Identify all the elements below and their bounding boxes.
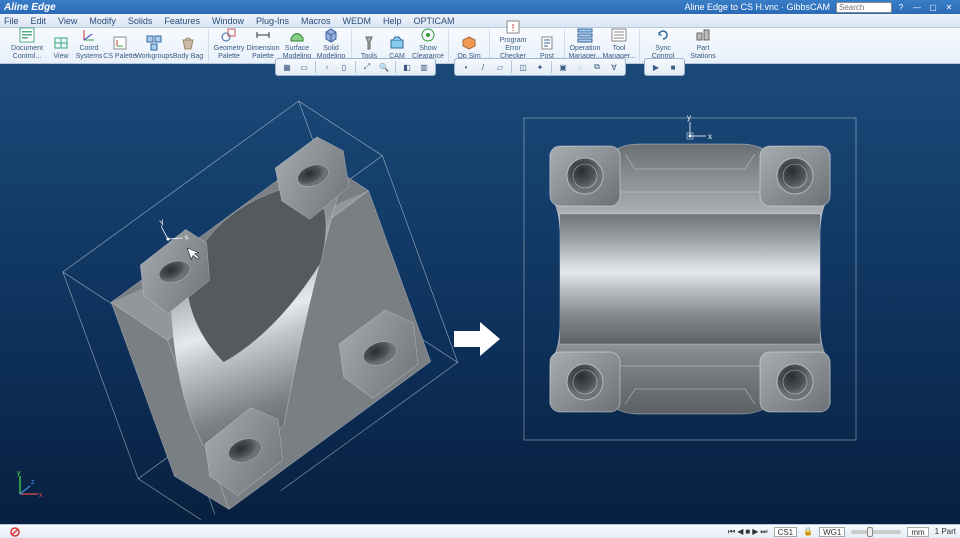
sel-point-icon[interactable]: • <box>458 60 474 74</box>
geometry-palette-button[interactable]: GeometryPalette <box>212 28 246 62</box>
svg-text:y: y <box>17 470 21 477</box>
menu-view[interactable]: View <box>58 16 77 26</box>
sync-control-button[interactable]: Sync Control <box>643 28 683 62</box>
help-icon[interactable]: ? <box>894 1 908 13</box>
tools-button[interactable]: Tools <box>355 28 383 62</box>
search-input[interactable] <box>836 2 892 13</box>
svg-text:!: ! <box>512 23 515 34</box>
sel-lasso-icon[interactable]: ◌ <box>572 60 588 74</box>
view-side-icon[interactable]: ▯ <box>336 60 352 74</box>
menu-edit[interactable]: Edit <box>31 16 47 26</box>
cs-lock-icon[interactable]: 🔒 <box>803 527 813 536</box>
sel-box-icon[interactable]: ▣ <box>555 60 571 74</box>
menu-window[interactable]: Window <box>212 16 244 26</box>
units-indicator[interactable]: mm <box>907 527 928 537</box>
post-button[interactable]: Post <box>533 28 561 62</box>
menu-modify[interactable]: Modify <box>89 16 116 26</box>
tool-manager-button[interactable]: ToolManager... <box>602 28 636 62</box>
cam-stop-icon[interactable]: ■ <box>665 60 681 74</box>
dimension-palette-button[interactable]: DimensionPalette <box>246 28 280 62</box>
menu-help[interactable]: Help <box>383 16 402 26</box>
menu-wedm[interactable]: WEDM <box>343 16 372 26</box>
selection-toolbar[interactable]: • / ▱ ◫ ✦ ▣ ◌ ⧉ ∀ <box>454 58 626 76</box>
document-title: Aline Edge to CS H.vnc · GibbsCAM <box>684 2 830 12</box>
cs-indicator[interactable]: CS1 <box>774 527 798 537</box>
view-button[interactable]: View <box>47 28 75 62</box>
part-stations-button[interactable]: Part Stations <box>683 28 723 62</box>
part-isometric-view: x y <box>3 64 497 524</box>
close-icon[interactable]: ✕ <box>942 1 956 13</box>
menu-solids[interactable]: Solids <box>128 16 153 26</box>
sel-chain-icon[interactable]: ⧉ <box>589 60 605 74</box>
cam-toolbar[interactable]: ▶ ■ <box>644 58 685 76</box>
wg-indicator[interactable]: WG1 <box>819 527 845 537</box>
cam-button[interactable]: CAM <box>383 28 411 62</box>
status-bar: ⏮◀■▶⏭ CS1 🔒 WG1 mm 1 Part <box>0 524 960 538</box>
svg-text:x: x <box>708 132 712 141</box>
view-iso-icon[interactable]: ▦ <box>279 60 295 74</box>
ready-indicator <box>10 527 20 537</box>
cam-simulate-icon[interactable]: ▶ <box>648 60 664 74</box>
view-front-icon[interactable]: ▭ <box>296 60 312 74</box>
playback-controls[interactable]: ⏮◀■▶⏭ <box>728 527 768 537</box>
menu-bar: File Edit View Modify Solids Features Wi… <box>0 14 960 28</box>
sel-feature-icon[interactable]: ✦ <box>532 60 548 74</box>
cs-palette-button[interactable]: CS Palette <box>103 28 137 62</box>
view-zoom-icon[interactable]: 🔍 <box>376 60 392 74</box>
sel-body-icon[interactable]: ◫ <box>515 60 531 74</box>
view-top-icon[interactable]: ▫ <box>319 60 335 74</box>
view-fit-icon[interactable]: ⤢ <box>359 60 375 74</box>
show-clearance-button[interactable]: ShowClearance <box>411 28 445 62</box>
coord-systems-button[interactable]: CoordSystems <box>75 28 103 62</box>
op-sim-button[interactable]: Op Sim <box>452 28 486 62</box>
app-name: Aline Edge <box>4 2 56 13</box>
viewport[interactable]: x y <box>0 64 960 524</box>
view-shade-icon[interactable]: ◧ <box>399 60 415 74</box>
menu-macros[interactable]: Macros <box>301 16 331 26</box>
part-top-view: x y <box>520 114 860 444</box>
svg-text:x: x <box>39 492 43 499</box>
svg-text:z: z <box>31 479 35 486</box>
document-control-button[interactable]: DocumentControl... <box>7 28 47 62</box>
surface-modeling-button[interactable]: SurfaceModeling <box>280 28 314 62</box>
body-bag-button[interactable]: Body Bag <box>171 28 205 62</box>
svg-text:y: y <box>158 217 165 227</box>
menu-plugins[interactable]: Plug-Ins <box>256 16 289 26</box>
floating-toolbars: ▦ ▭ ▫ ▯ ⤢ 🔍 ◧ ▥ • / ▱ ◫ ✦ ▣ ◌ ⧉ ∀ ▶ ■ <box>0 58 960 76</box>
opacity-slider[interactable] <box>851 530 901 534</box>
menu-file[interactable]: File <box>4 16 19 26</box>
program-error-checker-button[interactable]: !ProgramError Checker <box>493 28 533 62</box>
minimize-icon[interactable]: — <box>910 1 924 13</box>
axis-triad: x y z <box>12 468 46 504</box>
solid-modeling-button[interactable]: SolidModeling <box>314 28 348 62</box>
workgroups-button[interactable]: Workgroups <box>137 28 171 62</box>
maximize-icon[interactable]: ▢ <box>926 1 940 13</box>
svg-text:y: y <box>687 114 691 122</box>
title-bar: Aline Edge Aline Edge to CS H.vnc · Gibb… <box>0 0 960 14</box>
operation-manager-button[interactable]: OperationManager... <box>568 28 602 62</box>
menu-features[interactable]: Features <box>164 16 200 26</box>
sel-edge-icon[interactable]: / <box>475 60 491 74</box>
view-toolbar[interactable]: ▦ ▭ ▫ ▯ ⤢ 🔍 ◧ ▥ <box>275 58 436 76</box>
menu-opticam[interactable]: OPTICAM <box>414 16 455 26</box>
sel-face-icon[interactable]: ▱ <box>492 60 508 74</box>
part-count: 1 Part <box>935 527 956 536</box>
sel-all-icon[interactable]: ∀ <box>606 60 622 74</box>
arrow-icon <box>452 319 502 364</box>
view-wire-icon[interactable]: ▥ <box>416 60 432 74</box>
